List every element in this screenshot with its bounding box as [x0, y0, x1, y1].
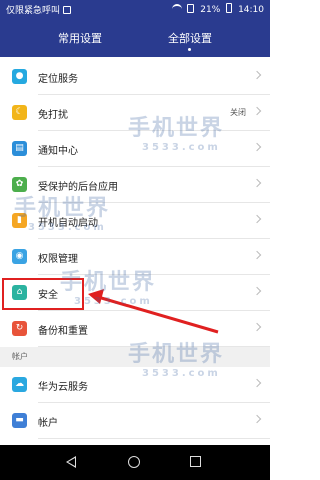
settings-item-label: 权限管理	[38, 254, 78, 265]
chevron-right-icon	[252, 214, 262, 224]
settings-item-value: 关闭	[230, 108, 246, 117]
settings-tabs: 常用设置 全部设置	[0, 26, 270, 54]
account-icon: ▬	[12, 413, 27, 428]
settings-item-label: 华为云服务	[38, 382, 88, 393]
watermark: 手机世界 3533.com	[128, 342, 225, 379]
chevron-right-icon	[252, 106, 262, 116]
header: 仅限紧急呼叫 21% 14:10 常用设置 全部设置	[0, 0, 270, 57]
notification-square-icon	[63, 6, 72, 14]
cloud-icon: ☁	[12, 377, 27, 392]
sim-icon	[187, 4, 195, 13]
status-bar: 仅限紧急呼叫 21% 14:10	[0, 0, 270, 18]
settings-item-accounts[interactable]: ▬ 帐户	[0, 403, 270, 439]
back-icon[interactable]	[66, 456, 76, 468]
home-icon[interactable]	[128, 456, 140, 468]
settings-item-label: 通知中心	[38, 146, 78, 157]
recent-apps-icon[interactable]	[190, 456, 201, 467]
chevron-right-icon	[252, 142, 262, 152]
tab-common-settings[interactable]: 常用设置	[25, 30, 135, 46]
status-right: 21% 14:10	[169, 3, 264, 15]
chevron-right-icon	[252, 378, 262, 388]
notification-icon: ▤	[12, 141, 27, 156]
divider	[38, 438, 270, 439]
location-icon: ●	[12, 69, 27, 84]
battery-percent: 21%	[200, 5, 221, 15]
settings-item-label: 备份和重置	[38, 326, 88, 337]
settings-item-location[interactable]: ● 定位服务	[0, 59, 270, 95]
watermark: 手机世界 3533.com	[14, 196, 111, 233]
settings-item-label: 免打扰	[38, 110, 68, 121]
tab-all-settings[interactable]: 全部设置	[135, 30, 245, 46]
battery-icon	[226, 3, 233, 13]
watermark: 手机世界 3533.com	[128, 116, 225, 153]
chevron-right-icon	[252, 250, 262, 260]
chevron-right-icon	[252, 178, 262, 188]
settings-item-label: 定位服务	[38, 74, 78, 85]
chevron-right-icon	[252, 286, 262, 296]
moon-icon: ☾	[12, 105, 27, 120]
wifi-icon	[171, 4, 182, 12]
active-tab-indicator	[188, 48, 191, 51]
clock: 14:10	[238, 5, 264, 15]
chevron-right-icon	[252, 322, 262, 332]
carrier-text: 仅限紧急呼叫	[6, 6, 61, 16]
chevron-right-icon	[252, 70, 262, 80]
permission-icon: ◉	[12, 249, 27, 264]
status-left: 仅限紧急呼叫	[6, 3, 72, 16]
navigation-bar	[0, 445, 270, 480]
watermark: 手机世界 3533.com	[60, 270, 157, 307]
settings-item-label: 帐户	[38, 418, 58, 429]
backup-icon: ↻	[12, 321, 27, 336]
chevron-right-icon	[252, 414, 262, 424]
